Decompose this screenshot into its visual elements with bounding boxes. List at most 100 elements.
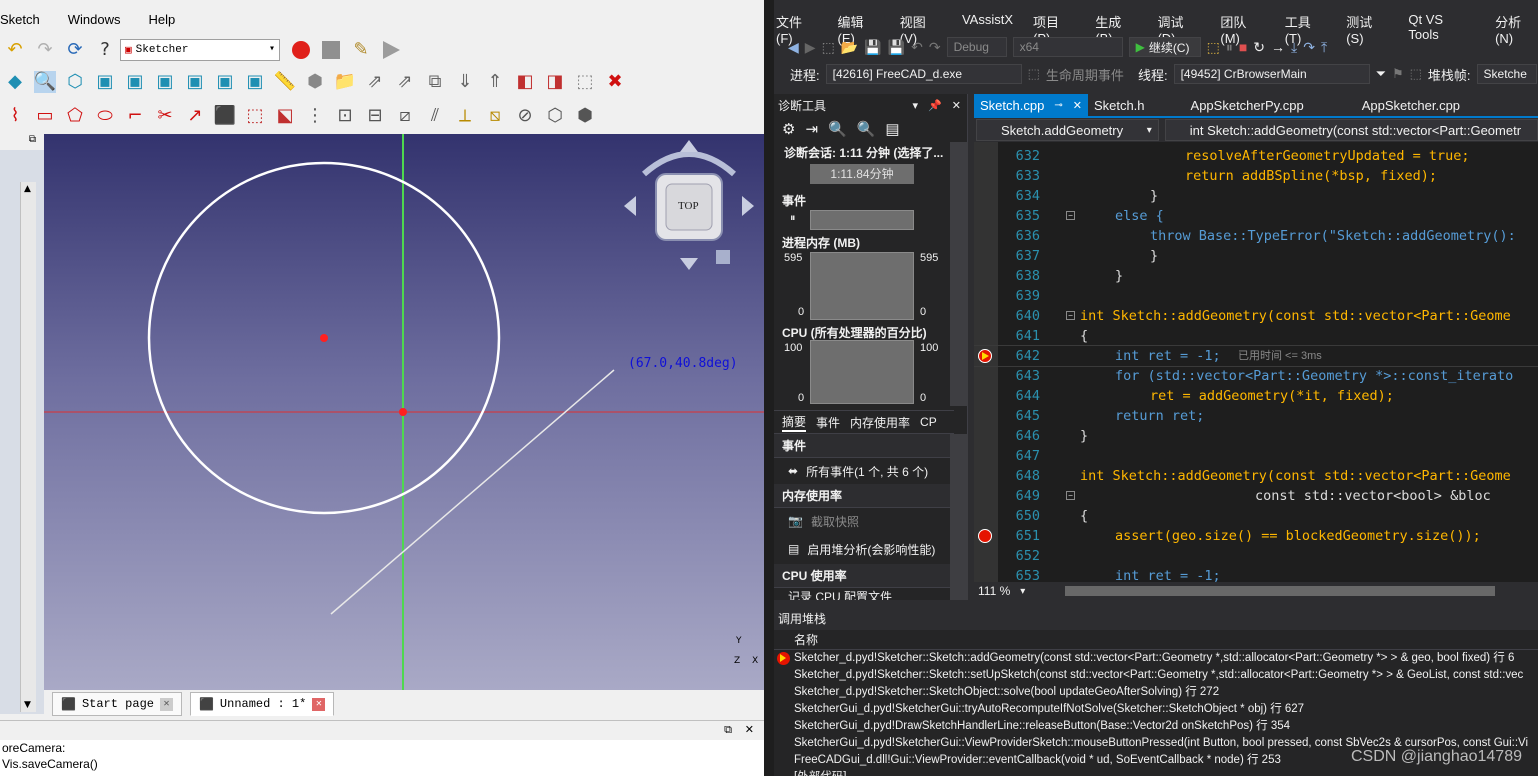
stackframe-dropdown[interactable]: Sketche [1476, 64, 1537, 84]
view-top-icon[interactable]: ▣ [124, 71, 146, 93]
summary-scrollbar[interactable] [950, 434, 968, 600]
code-line[interactable]: 638} [974, 266, 1538, 286]
code-line[interactable]: 634} [974, 186, 1538, 206]
menu-vassistx[interactable]: VAssistX [962, 8, 1013, 32]
macros-icon[interactable]: ✎ [350, 39, 372, 61]
heap-profiling-button[interactable]: ▤ 启用堆分析(会影响性能) [774, 536, 950, 562]
code-line[interactable]: 636 throw Base::TypeError("Sketch::addGeo… [974, 226, 1538, 246]
menu-view[interactable]: 视图(V) [900, 8, 942, 46]
code-line[interactable]: 635 else {− [974, 206, 1538, 226]
menu-build[interactable]: 生成(B) [1095, 8, 1137, 46]
refresh-icon[interactable]: ⟳ [64, 39, 86, 61]
report-view[interactable]: oreCamera: Vis.saveCamera() [0, 740, 764, 776]
slot-icon[interactable]: ⬭ [94, 105, 116, 127]
events-graph[interactable] [810, 210, 914, 230]
thread-dropdown[interactable]: [49452] CrBrowserMain [1173, 64, 1370, 84]
call-stack-row[interactable]: Sketcher_d.pyd!Sketcher::Sketch::addGeom… [774, 650, 1538, 667]
redo-icon[interactable]: ↷ [929, 39, 941, 56]
code-line[interactable]: 651 assert(geo.size() == blockedGeometry.… [974, 526, 1538, 546]
panel-scrollbar[interactable]: ▲ ▼ [20, 182, 36, 712]
take-snapshot-button[interactable]: 📷 截取快照 [774, 508, 950, 534]
close-sketch-icon[interactable]: ✖ [604, 71, 626, 93]
tab-summary[interactable]: 摘要 [782, 413, 807, 432]
step-out-icon[interactable]: ⤒ [1321, 39, 1327, 56]
lifecycle-icon[interactable]: ⬚ [1028, 66, 1040, 82]
stop-macro-icon[interactable] [320, 39, 342, 61]
scope-dropdown[interactable]: Sketch.addGeometry ▾ [976, 119, 1159, 141]
scroll-down-icon[interactable]: ▼ [24, 700, 31, 710]
chevron-down-icon[interactable]: ▾ [913, 99, 919, 112]
cpu-graph[interactable] [810, 340, 914, 404]
code-line[interactable]: 652 [974, 546, 1538, 566]
constraint-point-on-object-icon[interactable]: ⊡ [334, 105, 356, 127]
timeline-ruler[interactable]: 1:11.84分钟 [810, 164, 914, 184]
code-editor[interactable]: 632 resolveAfterGeometryUpdated = true; 63… [974, 142, 1538, 582]
horizontal-scrollbar[interactable] [1065, 586, 1496, 596]
tab-appsketcher-cpp[interactable]: AppSketcher.cpp [1356, 94, 1460, 116]
float-icon[interactable]: ⧉ [724, 723, 732, 737]
code-line[interactable]: 642 int ret = -1; 已用时间 <= 3ms [974, 345, 1538, 367]
polygon-icon[interactable]: ⬠ [64, 105, 86, 127]
nav-right-arrow-icon[interactable] [742, 196, 754, 216]
constraint-vertical-icon[interactable]: ⊟ [364, 105, 386, 127]
menu-windows[interactable]: Windows [68, 8, 121, 32]
constraint-equal-icon[interactable]: ⊘ [514, 105, 536, 127]
rotate-arc-icon[interactable] [642, 151, 736, 177]
menu-qt-vs-tools[interactable]: Qt VS Tools [1408, 8, 1475, 42]
member-dropdown[interactable]: int Sketch::addGeometry(const std::vecto… [1164, 119, 1538, 141]
code-line[interactable]: 639 [974, 286, 1538, 306]
view-right-icon[interactable]: ▣ [154, 71, 176, 93]
call-stack-row[interactable]: SketcherGui_d.pyd!DrawSketchHandlerLine:… [774, 718, 1538, 735]
fold-toggle-icon[interactable]: − [1066, 211, 1075, 220]
undo-icon[interactable]: ↶ [911, 39, 923, 56]
menu-edit[interactable]: 编辑(E) [838, 8, 880, 46]
reset-zoom-icon[interactable]: ▤ [885, 120, 899, 138]
close-icon[interactable]: ✕ [159, 697, 173, 711]
std-view-icon[interactable]: ◆ [4, 71, 26, 93]
step-into-icon[interactable]: ⤓ [1291, 39, 1297, 56]
back-icon[interactable]: ◀ [788, 39, 799, 56]
link-icon[interactable]: ⇗ [364, 71, 386, 93]
tab-events[interactable]: 事件 [816, 414, 840, 431]
workbench-selector[interactable]: ▣ Sketcher ▾ [120, 39, 280, 61]
view-rear-icon[interactable]: ▣ [184, 71, 206, 93]
code-line[interactable]: 640 int Sketch::addGeometry(const std::ve… [974, 306, 1538, 326]
graph-scrollbar[interactable] [950, 142, 968, 406]
close-icon[interactable]: ✕ [952, 99, 961, 112]
constraint-perpendicular-icon[interactable]: ⟂ [454, 105, 476, 127]
close-icon[interactable]: ✕ [1073, 99, 1082, 112]
construction-mode-icon[interactable]: ⬕ [274, 105, 296, 127]
import-icon[interactable]: ⇓ [454, 71, 476, 93]
view-left-icon[interactable]: ▣ [244, 71, 266, 93]
nav-down-arrow-icon[interactable] [680, 258, 698, 270]
code-line[interactable]: 633 return addBSpline(*bsp, fixed); [974, 166, 1538, 186]
constraint-tangent-icon[interactable]: ⧅ [484, 105, 506, 127]
zoom-in-icon[interactable]: 🔍 [828, 120, 847, 138]
pin-icon[interactable]: 📌 [928, 99, 942, 112]
validate-sketch-icon[interactable]: ⬚ [574, 71, 596, 93]
trim-icon[interactable]: ✂ [154, 105, 176, 127]
memory-graph[interactable] [810, 252, 914, 320]
menu-team[interactable]: 团队(M) [1220, 8, 1264, 46]
menu-sketch[interactable]: Sketch [0, 8, 40, 32]
platform-dropdown[interactable]: x64 [1012, 37, 1123, 57]
filter-icon[interactable]: ⏷ [1376, 66, 1386, 82]
menu-tools[interactable]: 工具(T) [1285, 8, 1327, 46]
pin-icon[interactable]: ⊸ [1054, 100, 1062, 111]
save-icon[interactable]: 💾 [864, 39, 881, 56]
column-name[interactable]: 名称 [774, 630, 1538, 650]
chevron-down-icon[interactable]: ▾ [1020, 586, 1025, 597]
export-icon[interactable]: ⇑ [484, 71, 506, 93]
measure-icon[interactable]: 📏 [274, 71, 296, 93]
code-line[interactable]: 647 [974, 446, 1538, 466]
rectangle-icon[interactable]: ▭ [34, 105, 56, 127]
link-actions-icon[interactable]: ⇗ [394, 71, 416, 93]
export-icon[interactable]: ⇥ [805, 120, 818, 138]
flag-icon[interactable]: ⚑ [1392, 66, 1404, 82]
code-line[interactable]: 641 { [974, 326, 1538, 346]
view-iso-icon[interactable]: ⬡ [64, 71, 86, 93]
nav-left-arrow-icon[interactable] [624, 196, 636, 216]
save-all-icon[interactable]: 💾 [888, 39, 905, 56]
constraint-coincident-icon[interactable]: ⋮ [304, 105, 326, 127]
code-line[interactable]: 644 ret = addGeometry(*it, fixed); [974, 386, 1538, 406]
